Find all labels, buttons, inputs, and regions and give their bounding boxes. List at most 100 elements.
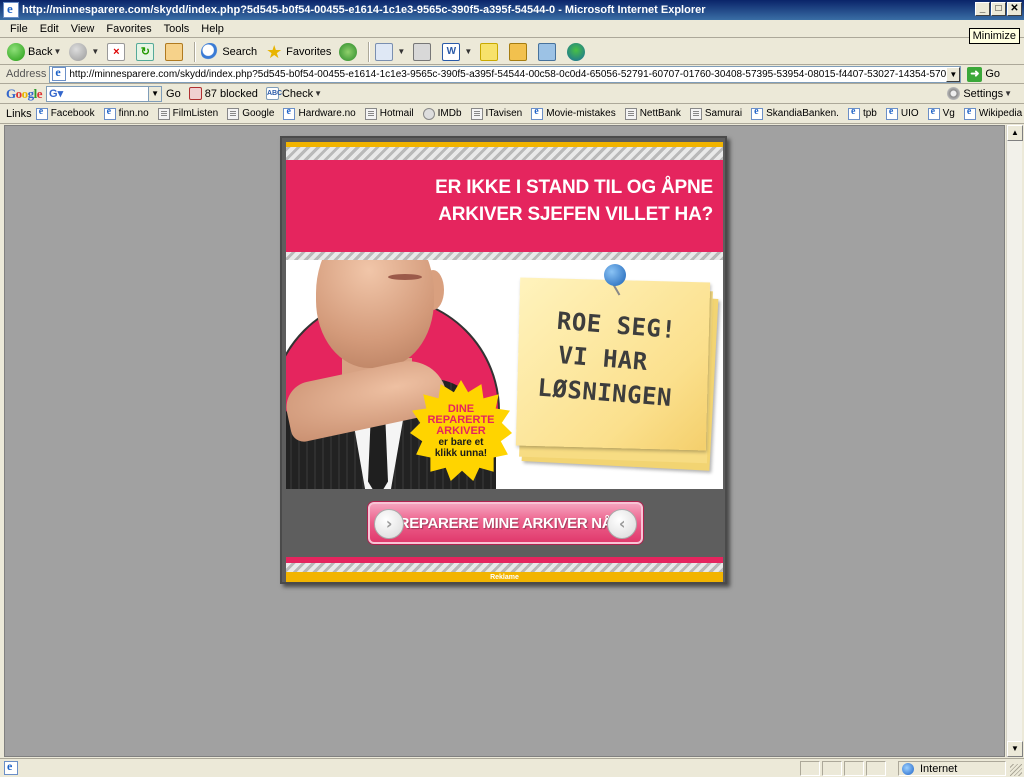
spellcheck-icon: ABC <box>265 87 282 100</box>
search-icon <box>201 42 220 61</box>
link-label: Samurai <box>704 108 743 119</box>
scroll-down-icon[interactable]: ▼ <box>1007 741 1023 757</box>
tools-button[interactable] <box>535 41 562 63</box>
link-label: SkandiaBanken. <box>766 108 839 119</box>
spell-check-button[interactable]: ABC Check ▼ <box>265 87 322 100</box>
status-pane <box>844 761 864 776</box>
address-input[interactable]: http://minnesparere.com/skydd/index.php?… <box>49 65 962 83</box>
vertical-scrollbar[interactable]: ▲ ▼ <box>1006 125 1023 757</box>
mail-button[interactable]: ▼ <box>372 41 408 63</box>
link-item-itavisen[interactable]: ITavisen <box>470 107 522 120</box>
ad-headline: ER IKKE I STAND TIL OG ÅPNE ARKIVER SJEF… <box>435 174 713 228</box>
ad-bottom-stripe <box>286 563 723 572</box>
page-icon <box>52 67 67 81</box>
link-item-tpb[interactable]: tpb <box>847 106 877 120</box>
link-item-vg[interactable]: Vg <box>927 106 955 120</box>
security-zone[interactable]: Internet <box>898 761 1006 776</box>
print-button[interactable] <box>410 41 437 63</box>
burst-line1: DINE <box>447 402 475 415</box>
ad-image-area[interactable]: ROE SEG! VI HAR LØSNINGEN DINE REPARERTE… <box>286 260 723 489</box>
edit-dropdown-icon[interactable]: ▼ <box>464 47 472 56</box>
messenger-icon <box>567 42 586 61</box>
repair-archives-button[interactable]: › REPARERE MINE ARKIVER NÅ ‹ <box>368 502 643 544</box>
page-icon <box>624 107 637 120</box>
google-search-input[interactable]: G▾ ▼ <box>46 85 163 102</box>
link-item-filmlisten[interactable]: FilmListen <box>157 107 218 120</box>
link-item-imdb[interactable]: IMDb <box>422 107 462 120</box>
back-dropdown-icon[interactable]: ▼ <box>53 47 61 56</box>
favorites-button[interactable]: ★ Favorites <box>262 41 334 63</box>
link-item-nettbank[interactable]: NettBank <box>624 107 681 120</box>
word-edit-icon: W <box>442 42 461 61</box>
browser-window: http://minnesparere.com/skydd/index.php?… <box>0 0 1024 777</box>
google-settings-button[interactable]: Settings ▼ <box>947 87 1012 100</box>
pushpin-icon <box>604 264 626 286</box>
go-button[interactable]: ➜ Go <box>967 66 1000 82</box>
ad-cta-area: › REPARERE MINE ARKIVER NÅ ‹ <box>286 489 723 557</box>
menu-favorites[interactable]: Favorites <box>100 23 157 35</box>
ad-header: ER IKKE I STAND TIL OG ÅPNE ARKIVER SJEF… <box>286 160 723 252</box>
ad-banner[interactable]: ER IKKE I STAND TIL OG ÅPNE ARKIVER SJEF… <box>280 136 727 584</box>
search-button[interactable]: Search <box>198 41 260 63</box>
google-go-button[interactable]: Go <box>166 88 181 100</box>
print-icon <box>413 42 432 61</box>
link-label: IMDb <box>437 108 462 119</box>
menu-help[interactable]: Help <box>195 23 230 35</box>
link-item-hotmail[interactable]: Hotmail <box>364 107 414 120</box>
research-button[interactable] <box>506 41 533 63</box>
man-mouth <box>388 274 422 280</box>
edit-button[interactable]: W ▼ <box>439 41 475 63</box>
menu-file[interactable]: File <box>4 23 34 35</box>
back-button[interactable]: Back ▼ <box>4 41 64 63</box>
ie-logo-icon[interactable] <box>3 1 19 18</box>
stop-button[interactable]: × <box>104 41 131 63</box>
link-item-uio[interactable]: UIO <box>885 106 919 120</box>
scroll-up-icon[interactable]: ▲ <box>1007 125 1023 141</box>
link-item-skandiabanken[interactable]: SkandiaBanken. <box>751 106 839 120</box>
menu-tools[interactable]: Tools <box>158 23 196 35</box>
link-item-hardware[interactable]: Hardware.no <box>283 106 356 120</box>
home-button[interactable] <box>162 41 189 63</box>
sticky-note-front: ROE SEG! VI HAR LØSNINGEN <box>515 277 711 451</box>
menu-view[interactable]: View <box>65 23 101 35</box>
link-label: finn.no <box>118 108 149 119</box>
sticky-note: ROE SEG! VI HAR LØSNINGEN <box>515 264 719 471</box>
forward-button[interactable]: ▼ <box>66 41 102 63</box>
link-item-wikipedia[interactable]: Wikipedia <box>963 106 1022 120</box>
link-item-google[interactable]: Google <box>227 107 274 120</box>
google-search-dropdown-icon[interactable]: ▼ <box>148 86 162 101</box>
menu-edit[interactable]: Edit <box>34 23 65 35</box>
ad-footer-label: Reklame <box>490 573 519 581</box>
status-pane <box>822 761 842 776</box>
minimize-button[interactable]: _ <box>975 2 990 16</box>
link-item-finn[interactable]: finn.no <box>103 106 149 120</box>
ad-mid-stripe <box>286 252 723 260</box>
link-label: Hotmail <box>379 108 414 119</box>
maximize-button[interactable]: □ <box>991 2 1006 16</box>
burst-line3: ARKIVER <box>436 424 486 437</box>
refresh-button[interactable]: ↻ <box>133 41 160 63</box>
settings-gear-icon <box>947 87 961 100</box>
forward-dropdown-icon[interactable]: ▼ <box>91 47 99 56</box>
link-item-facebook[interactable]: Facebook <box>35 106 95 120</box>
resize-grip-icon[interactable] <box>1010 764 1022 776</box>
window-controls: _ □ ✕ <box>975 2 1022 16</box>
popup-blocker[interactable]: 87 blocked <box>188 87 258 100</box>
address-url[interactable]: http://minnesparere.com/skydd/index.php?… <box>69 69 946 80</box>
google-go-label: Go <box>166 87 181 100</box>
discuss-button[interactable] <box>477 41 504 63</box>
close-button[interactable]: ✕ <box>1007 2 1022 16</box>
favorites-star-icon: ★ <box>266 41 283 62</box>
link-label: Facebook <box>50 108 95 119</box>
ie-page-icon <box>885 106 898 120</box>
link-label: NettBank <box>639 108 681 119</box>
mail-dropdown-icon[interactable]: ▼ <box>397 47 405 56</box>
back-label: Back <box>28 45 53 58</box>
google-logo[interactable]: Google <box>6 86 43 102</box>
link-item-samurai[interactable]: Samurai <box>689 107 743 120</box>
messenger-button[interactable] <box>564 41 591 63</box>
history-button[interactable] <box>336 41 363 63</box>
link-item-movie-mistakes[interactable]: Movie-mistakes <box>531 106 616 120</box>
check-dropdown-icon[interactable]: ▼ <box>314 89 322 98</box>
address-dropdown-icon[interactable]: ▼ <box>946 66 961 82</box>
